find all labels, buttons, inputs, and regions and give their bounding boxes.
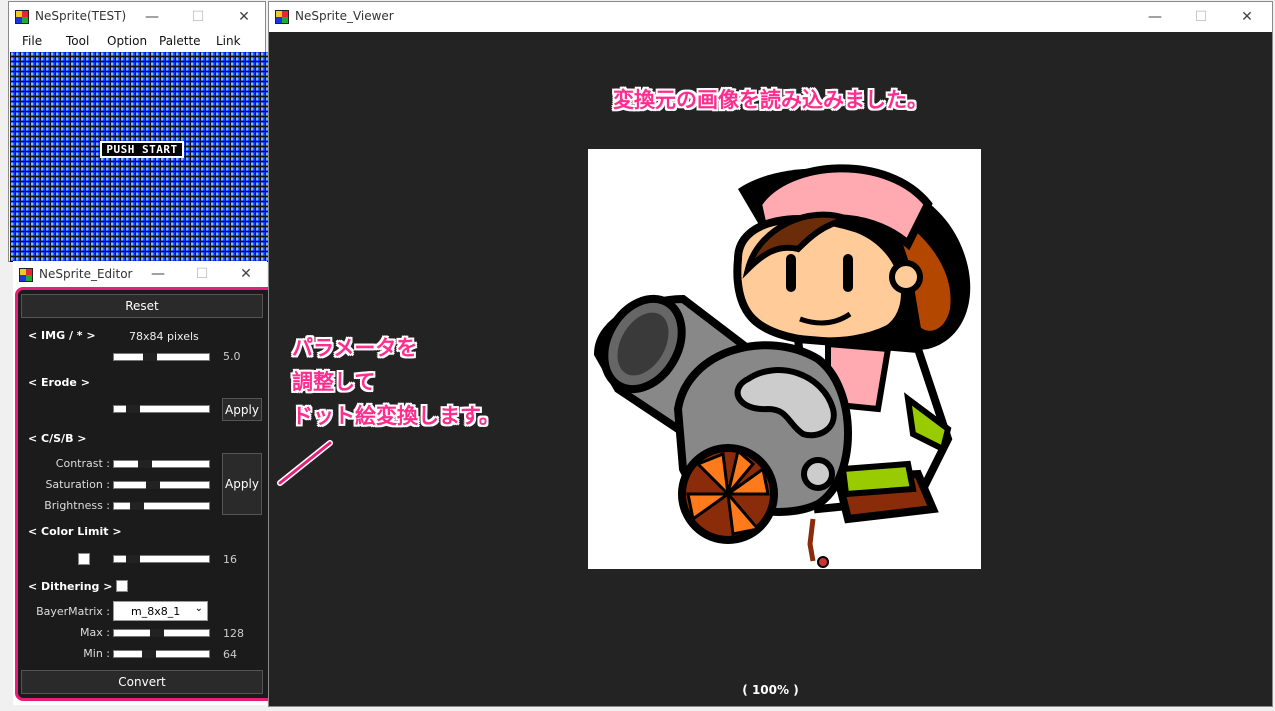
editor-titlebar[interactable]: NeSprite_Editor — ☐ ✕ — [13, 261, 267, 285]
minimize-icon[interactable]: — — [1132, 2, 1178, 32]
app-icon — [15, 10, 29, 24]
test-window-title: NeSprite(TEST) — [35, 9, 127, 23]
annotation-line: 調整して — [292, 370, 376, 394]
annotation-text: パラメータを 調整して ドット絵変換します。 — [292, 331, 500, 433]
app-icon — [275, 10, 289, 24]
viewer-titlebar[interactable]: NeSprite_Viewer — ☐ ✕ — [269, 2, 1272, 32]
annotation-line: ドット絵変換します。 — [292, 404, 500, 428]
close-icon[interactable]: ✕ — [223, 261, 269, 287]
menu-option[interactable]: Option — [107, 34, 147, 48]
app-icon — [19, 268, 33, 282]
minimize-icon[interactable]: — — [129, 2, 175, 32]
menu-palette[interactable]: Palette — [159, 34, 201, 48]
menu-link[interactable]: Link — [216, 34, 241, 48]
editor-window-title: NeSprite_Editor — [39, 267, 133, 281]
editor-highlight-frame — [15, 287, 281, 701]
viewer-message: 変換元の画像を読み込みました。 — [613, 88, 928, 112]
test-titlebar[interactable]: NeSprite(TEST) — ☐ ✕ — [9, 2, 265, 32]
test-window: NeSprite(TEST) — ☐ ✕ File Tool Option Pa… — [8, 1, 272, 262]
push-start-text: PUSH START — [100, 141, 184, 158]
test-menubar: File Tool Option Palette Link — [9, 32, 265, 52]
zoom-level: ( 100% ) — [742, 683, 799, 697]
maximize-icon: ☐ — [195, 266, 209, 282]
viewer-window-title: NeSprite_Viewer — [295, 9, 394, 23]
close-icon[interactable]: ✕ — [1224, 2, 1270, 32]
source-image — [588, 149, 981, 569]
maximize-icon: ☐ — [191, 9, 205, 25]
annotation-pointer — [277, 440, 333, 486]
maximize-icon: ☐ — [1194, 9, 1208, 25]
minimize-icon[interactable]: — — [135, 261, 181, 287]
annotation-line: パラメータを — [292, 336, 418, 360]
menu-tool[interactable]: Tool — [66, 34, 89, 48]
menu-file[interactable]: File — [22, 34, 42, 48]
close-icon[interactable]: ✕ — [221, 2, 267, 32]
